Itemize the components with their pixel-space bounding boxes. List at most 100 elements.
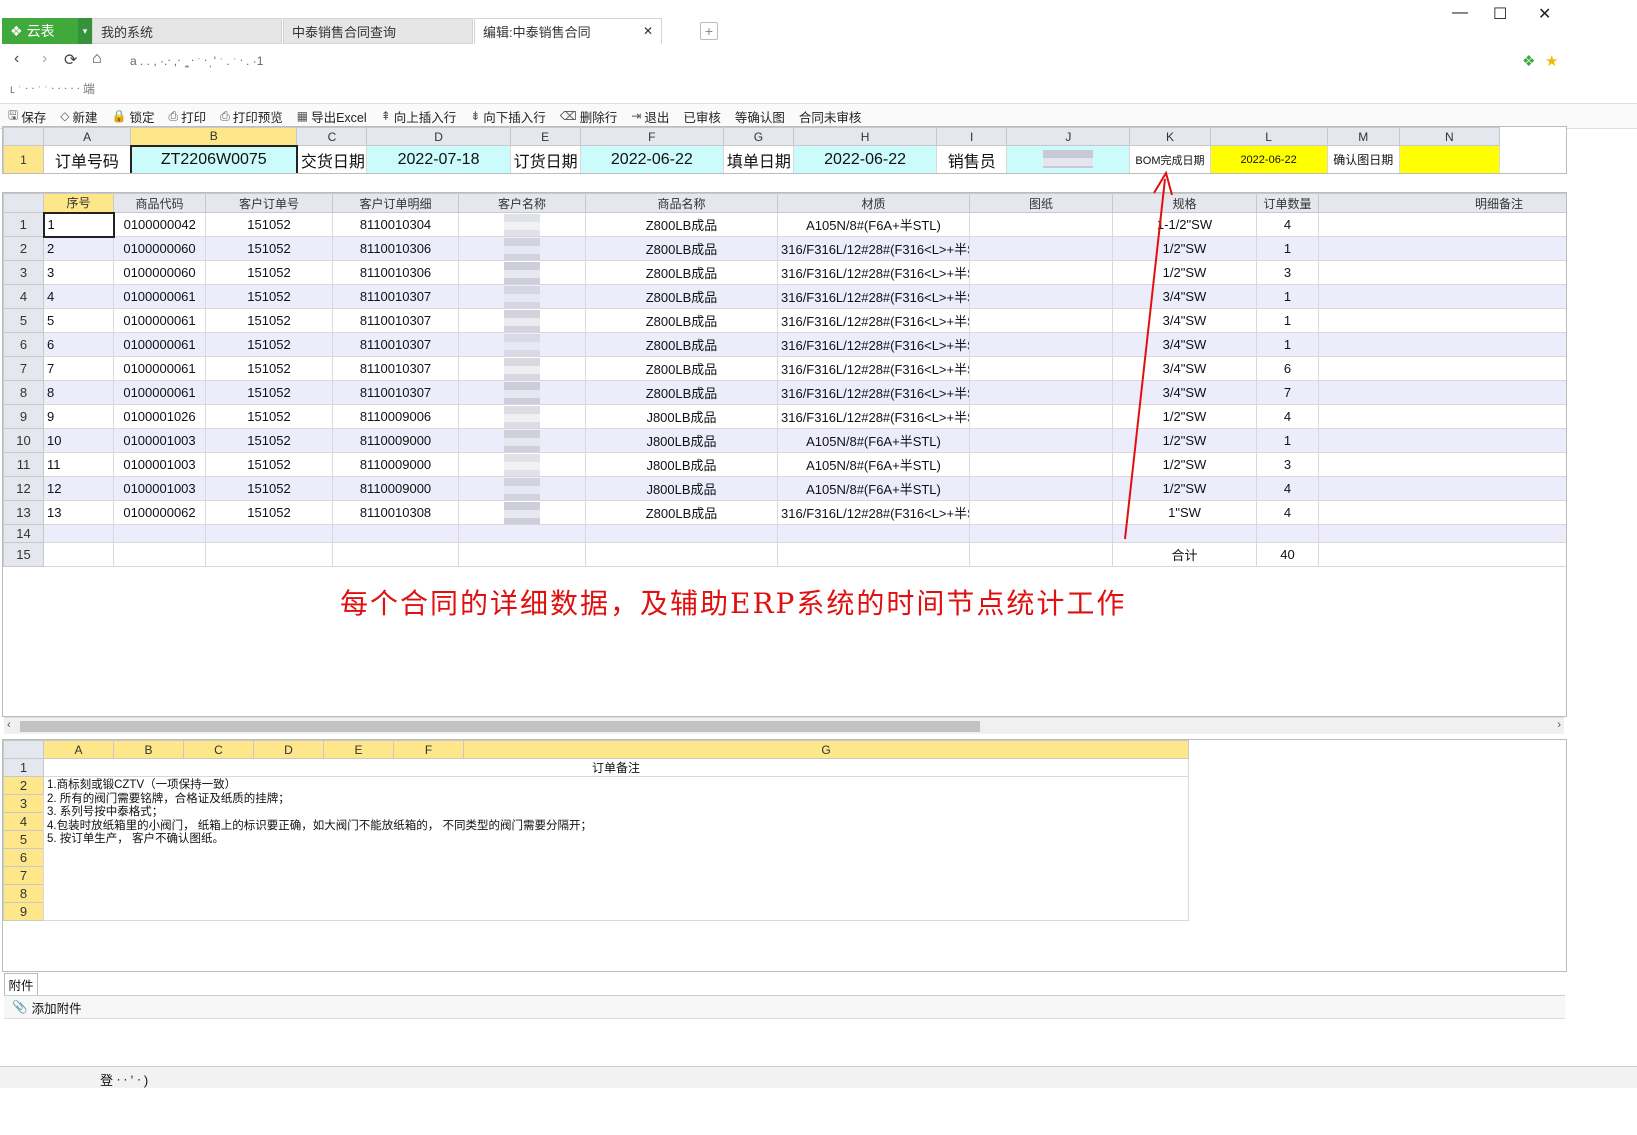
empty-cell[interactable] [585,542,778,567]
row-header[interactable]: 3 [3,794,44,813]
toolbar-button-6[interactable]: ⇞ 向上插入行 [381,107,457,126]
row-header[interactable]: 2 [3,236,44,261]
col-header-g[interactable]: G [463,740,1189,759]
empty-cell[interactable] [969,542,1113,567]
scrollbar-thumb[interactable] [20,721,980,732]
product-code-cell[interactable]: 0100000060 [113,236,206,261]
toolbar-button-4[interactable]: ⎙ 打印预览 [220,107,283,126]
paperclip-icon[interactable]: 📎 [12,1000,28,1015]
note-cell[interactable] [1318,452,1566,477]
col-header-m[interactable]: M [1326,127,1400,146]
col-header-b[interactable]: B [113,740,184,759]
reload-icon[interactable]: ⟳ [64,50,77,70]
note-cell[interactable]: 阀体：316L；P [1318,284,1566,309]
product-name-cell[interactable]: Z800LB成品 [585,380,778,405]
customer-name-cell[interactable] [458,428,586,453]
customer-name-cell[interactable] [458,380,586,405]
material-cell[interactable]: 316/F316L/12#28#(F316<L>+半ST [777,308,970,333]
note-cell[interactable]: 阀体：316L；P [1318,236,1566,261]
horizontal-scrollbar[interactable]: ‹ › [4,717,1564,734]
customer-name-cell[interactable] [458,476,586,501]
product-name-cell[interactable]: J800LB成品 [585,476,778,501]
material-cell[interactable]: A105N/8#(F6A+半STL) [777,428,970,453]
row-header[interactable]: 13 [3,500,44,525]
product-code-cell[interactable]: 0100001003 [113,428,206,453]
product-name-cell[interactable]: Z800LB成品 [585,332,778,357]
forward-icon[interactable]: › [42,50,47,68]
customer-order-cell[interactable]: 151052 [205,236,333,261]
customer-detail-cell[interactable]: 8110009006 [332,404,459,429]
product-code-cell[interactable]: 0100001003 [113,476,206,501]
product-name-cell[interactable]: Z800LB成品 [585,500,778,525]
customer-order-cell[interactable]: 151052 [205,212,333,237]
product-name-cell[interactable]: Z800LB成品 [585,308,778,333]
drawing-cell[interactable] [969,284,1113,309]
toolbar-button-5[interactable]: ▦ 导出Excel [297,107,367,126]
row-header[interactable]: 5 [3,830,44,849]
row-header[interactable]: 2 [3,776,44,795]
empty-cell[interactable] [205,542,333,567]
material-cell[interactable]: 316/F316L/12#28#(F316<L>+半ST [777,332,970,357]
empty-cell[interactable] [777,542,970,567]
tab-home[interactable]: ❖ 云表 ▾ [2,18,92,44]
seq-cell[interactable]: 3 [43,260,114,285]
seq-cell[interactable]: 8 [43,380,114,405]
empty-cell[interactable] [113,524,206,543]
row-header[interactable]: 8 [3,380,44,405]
row-header[interactable]: 9 [3,902,44,921]
col-header-k[interactable]: K [1129,127,1211,146]
toolbar-button-9[interactable]: ⇥ 退出 [631,107,669,126]
empty-cell[interactable] [458,542,586,567]
customer-name-cell[interactable] [458,500,586,525]
customer-order-cell[interactable]: 151052 [205,500,333,525]
seq-cell[interactable]: 4 [43,284,114,309]
empty-cell[interactable] [585,524,778,543]
customer-name-cell[interactable] [458,452,586,477]
customer-detail-cell[interactable]: 8110009000 [332,452,459,477]
note-cell[interactable] [1318,476,1566,501]
product-name-cell[interactable]: Z800LB成品 [585,236,778,261]
col-header-cust-name[interactable]: 客户名称 [458,193,586,213]
customer-order-cell[interactable]: 151052 [205,284,333,309]
empty-cell[interactable] [113,542,206,567]
qty-cell[interactable]: 1 [1256,332,1319,357]
seq-cell[interactable]: 1 [42,211,115,238]
col-header-seq[interactable]: 序号 [43,193,114,213]
customer-order-cell[interactable]: 151052 [205,332,333,357]
col-header-drawing[interactable]: 图纸 [969,193,1113,213]
note-cell[interactable]: 阀体：316L；P [1318,404,1566,429]
note-cell[interactable]: 阀体：316L；P [1318,500,1566,525]
tab-contract-edit[interactable]: 编辑:中泰销售合同 ✕ [474,18,662,44]
row-header[interactable]: 10 [3,428,44,453]
col-header-material[interactable]: 材质 [777,193,970,213]
empty-cell[interactable] [43,542,114,567]
toolbar-button-11[interactable]: 等确认图 [735,107,785,126]
product-code-cell[interactable]: 0100000061 [113,308,206,333]
customer-name-cell[interactable] [458,356,586,381]
customer-name-cell[interactable] [458,260,586,285]
delivery-date-cell[interactable]: 2022-07-18 [366,145,511,173]
drawing-cell[interactable] [969,236,1113,261]
col-header-cust-order[interactable]: 客户订单号 [205,193,333,213]
toolbar-button-1[interactable]: ◇ 新建 [60,107,97,126]
seq-cell[interactable]: 5 [43,308,114,333]
close-window-button[interactable]: ✕ [1538,4,1551,24]
customer-order-cell[interactable]: 151052 [205,452,333,477]
material-cell[interactable]: 316/F316L/12#28#(F316<L>+半ST [777,284,970,309]
tab-contract-query[interactable]: 中泰销售合同查询 [283,18,473,44]
home-icon[interactable]: ⌂ [92,50,102,68]
row-header[interactable]: 14 [3,524,44,543]
customer-detail-cell[interactable]: 8110010304 [332,212,459,237]
row-header[interactable]: 4 [3,812,44,831]
customer-detail-cell[interactable]: 8110010307 [332,308,459,333]
product-code-cell[interactable]: 0100000042 [113,212,206,237]
add-attachment-button[interactable]: 添加附件 [32,998,82,1017]
tab-my-system[interactable]: 我的系统 [92,18,282,44]
empty-cell[interactable] [332,542,459,567]
product-code-cell[interactable]: 0100000061 [113,332,206,357]
toolbar-button-10[interactable]: 已审核 [683,107,721,126]
drawing-cell[interactable] [969,308,1113,333]
customer-order-cell[interactable]: 151052 [205,308,333,333]
row-header[interactable]: 12 [3,476,44,501]
qty-cell[interactable]: 1 [1256,284,1319,309]
